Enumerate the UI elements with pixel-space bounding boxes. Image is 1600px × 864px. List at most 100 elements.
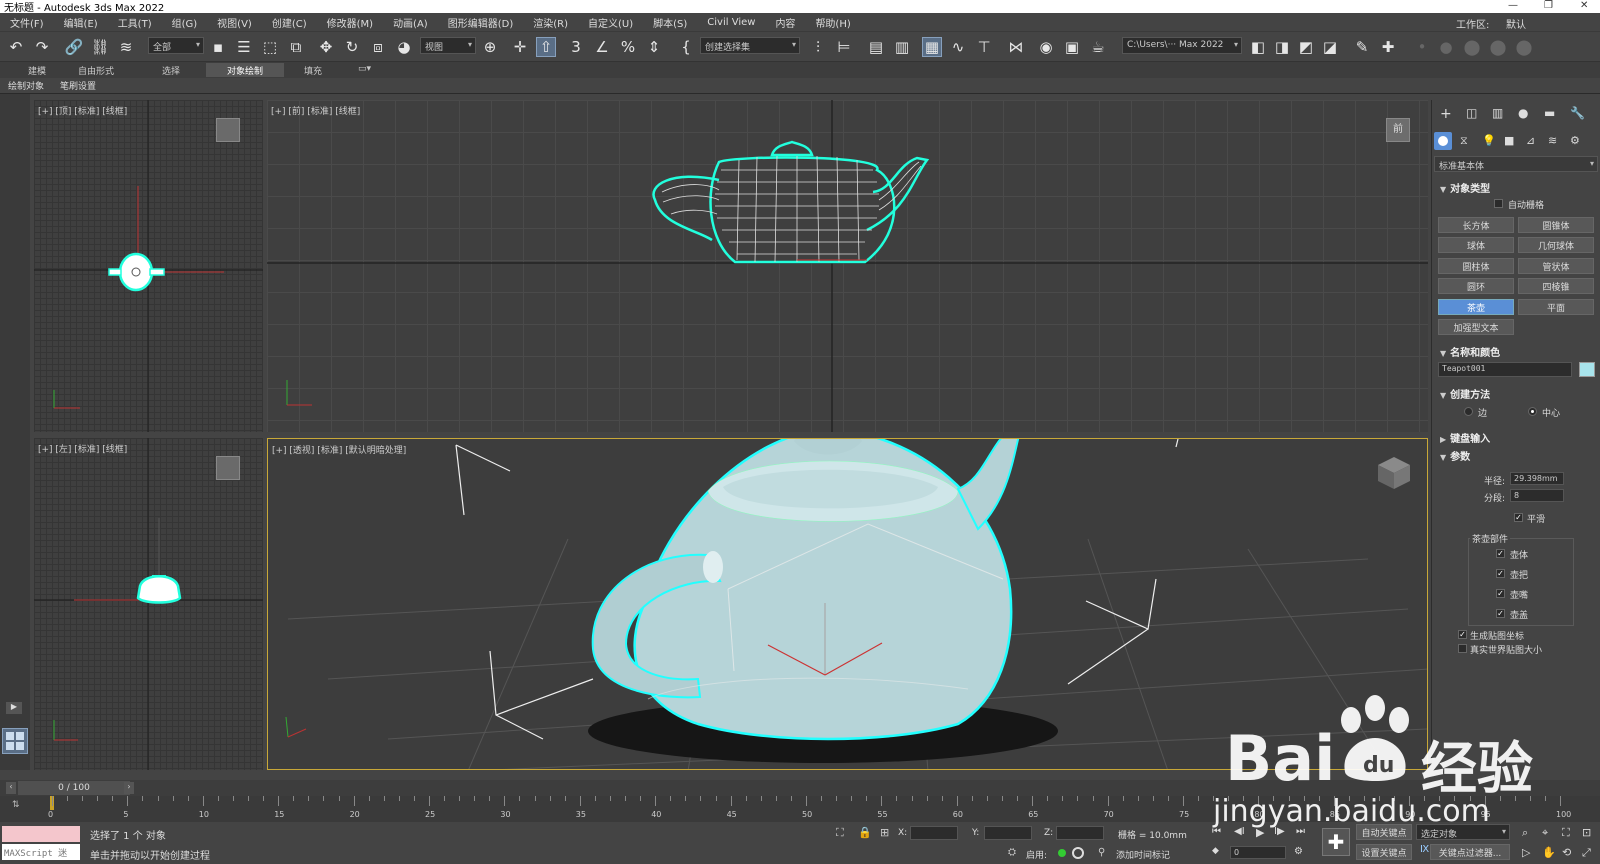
rect-selection-icon[interactable]: ⬚ bbox=[260, 37, 280, 57]
menu-animation[interactable]: 动画(A) bbox=[383, 15, 438, 30]
lights-category-icon[interactable]: 💡 bbox=[1482, 134, 1496, 147]
motion-tab-icon[interactable]: ● bbox=[1518, 106, 1528, 120]
restore-button[interactable]: ❐ bbox=[1544, 0, 1553, 11]
time-slider-thumb[interactable]: 0 / 100 bbox=[18, 781, 130, 795]
object-type-header[interactable]: ▼ 对象类型 bbox=[1440, 180, 1490, 195]
enable-status-dot[interactable] bbox=[1058, 849, 1066, 857]
spinner-snap-icon[interactable]: ⇕ bbox=[644, 37, 664, 57]
object-color-swatch[interactable] bbox=[1579, 362, 1595, 377]
key-filters-button[interactable]: 关键点过滤器... bbox=[1430, 844, 1510, 860]
menu-modifiers[interactable]: 修改器(M) bbox=[317, 15, 383, 30]
menu-customize[interactable]: 自定义(U) bbox=[578, 15, 643, 30]
box-button[interactable]: 长方体 bbox=[1438, 217, 1514, 233]
zoom-icon[interactable]: ⌕ bbox=[1522, 826, 1528, 840]
spacewarps-category-icon[interactable]: ≋ bbox=[1548, 134, 1557, 147]
autogrid-checkbox[interactable] bbox=[1494, 199, 1503, 208]
fov-icon[interactable]: ▷ bbox=[1522, 846, 1530, 859]
tab-modeling[interactable]: 建模 bbox=[22, 63, 52, 77]
keyboard-shortcut-override-icon[interactable]: ⇧ bbox=[536, 37, 556, 57]
pan-icon[interactable]: ✋ bbox=[1542, 846, 1556, 859]
mirror-icon[interactable]: ⫶ bbox=[808, 37, 828, 57]
time-next-icon[interactable]: › bbox=[124, 782, 134, 794]
dope-sheet-icon[interactable]: ⊤ bbox=[974, 37, 994, 57]
goto-start-icon[interactable]: ⏮ bbox=[1212, 826, 1221, 837]
render-dot-small-icon[interactable]: • bbox=[1412, 37, 1432, 57]
tab-object-paint[interactable]: 对象绘制 bbox=[206, 63, 284, 77]
systems-category-icon[interactable]: ⚙ bbox=[1570, 134, 1580, 147]
category-dropdown[interactable]: 标准基本体 ▾ bbox=[1434, 156, 1598, 172]
viewport-perspective[interactable]: [+] [透视] [标准] [默认明暗处理] bbox=[267, 438, 1428, 770]
keyboard-entry-header[interactable]: ▶ 键盘输入 bbox=[1440, 430, 1490, 445]
parameters-header[interactable]: ▼ 参数 bbox=[1440, 448, 1470, 463]
brush-icon[interactable]: ✎ bbox=[1352, 37, 1372, 57]
ref-coord-dropdown[interactable]: 视图 ▾ bbox=[420, 37, 476, 54]
textplus-button[interactable]: 加强型文本 bbox=[1438, 319, 1514, 335]
real-world-checkbox[interactable] bbox=[1458, 644, 1467, 653]
select-object-icon[interactable]: ▪ bbox=[208, 37, 228, 57]
snap-toggle-icon[interactable]: 3 bbox=[566, 37, 586, 57]
scale-icon[interactable]: ⧈ bbox=[368, 37, 388, 57]
add-time-tag-label[interactable]: 添加时间标记 bbox=[1116, 848, 1170, 861]
lid-checkbox[interactable]: ✓ bbox=[1496, 609, 1505, 618]
object-name-field[interactable]: Teapot001 bbox=[1438, 362, 1572, 377]
menu-scripting[interactable]: 脚本(S) bbox=[643, 15, 697, 30]
spout-checkbox[interactable]: ✓ bbox=[1496, 589, 1505, 598]
paint-objects-label[interactable]: 绘制对象 bbox=[8, 79, 44, 92]
layer-explorer-icon[interactable]: ▥ bbox=[892, 37, 912, 57]
creation-method-header[interactable]: ▼ 创建方法 bbox=[1440, 386, 1490, 401]
viewport-front[interactable]: [+] [前] [标准] [线框] 前 bbox=[267, 100, 1428, 432]
auto-key-button[interactable]: 自动关键点 bbox=[1356, 824, 1412, 840]
selection-filter-dropdown[interactable]: 全部 ▾ bbox=[148, 37, 204, 54]
angle-snap-icon[interactable]: ∠ bbox=[592, 37, 612, 57]
teapot-button[interactable]: 茶壶 bbox=[1438, 299, 1514, 315]
render-frame-icon[interactable]: ☕ bbox=[1088, 37, 1108, 57]
y-coord-field[interactable] bbox=[984, 826, 1032, 840]
select-manipulate-icon[interactable]: ✛ bbox=[510, 37, 530, 57]
tab-freeform[interactable]: 自由形式 bbox=[72, 63, 120, 77]
menu-tools[interactable]: 工具(T) bbox=[108, 15, 162, 30]
cylinder-button[interactable]: 圆柱体 bbox=[1438, 258, 1514, 274]
utilities-tab-icon[interactable]: 🔧 bbox=[1570, 106, 1585, 120]
maximize-viewport-icon[interactable]: ⤢ bbox=[1582, 846, 1591, 860]
project-folder-icon[interactable]: ◨ bbox=[1272, 37, 1292, 57]
trackbar-toggle-icon[interactable]: ⇅ bbox=[12, 800, 20, 810]
tube-button[interactable]: 管状体 bbox=[1518, 258, 1594, 274]
hierarchy-tab-icon[interactable]: ▥ bbox=[1492, 106, 1503, 120]
maxscript-mini-listener[interactable]: MAXScript 迷 bbox=[2, 844, 80, 860]
set-key-big-button[interactable]: ✚ bbox=[1322, 828, 1350, 856]
create-tab-icon[interactable]: + bbox=[1440, 106, 1452, 122]
link-icon[interactable]: 🔗 bbox=[64, 37, 84, 57]
body-checkbox[interactable]: ✓ bbox=[1496, 549, 1505, 558]
sphere-button[interactable]: 球体 bbox=[1438, 237, 1514, 253]
set-key-button[interactable]: 设置关键点 bbox=[1356, 844, 1412, 860]
bind-spacewarp-icon[interactable]: ≋ bbox=[116, 37, 136, 57]
placement-icon[interactable]: ◕ bbox=[394, 37, 414, 57]
play-icon[interactable]: ▶ bbox=[1256, 826, 1264, 839]
center-radio[interactable] bbox=[1528, 407, 1537, 416]
move-icon[interactable]: ✥ bbox=[316, 37, 336, 57]
prev-frame-icon[interactable]: ◀Ⅰ bbox=[1234, 826, 1245, 837]
menu-civil-view[interactable]: Civil View bbox=[697, 17, 765, 28]
handle-checkbox[interactable]: ✓ bbox=[1496, 569, 1505, 578]
next-frame-icon[interactable]: Ⅰ▶ bbox=[1274, 826, 1285, 837]
zoom-extents-icon[interactable]: ⛶ bbox=[1562, 826, 1570, 840]
menu-rendering[interactable]: 渲染(R) bbox=[523, 15, 578, 30]
align-icon[interactable]: ⊨ bbox=[834, 37, 854, 57]
menu-edit[interactable]: 编辑(E) bbox=[54, 15, 108, 30]
undo-icon[interactable]: ↶ bbox=[6, 37, 26, 57]
add-icon[interactable]: ✚ bbox=[1378, 37, 1398, 57]
adaptive-degradation-icon[interactable]: ⛭ bbox=[1008, 847, 1016, 858]
menu-create[interactable]: 创建(C) bbox=[262, 15, 317, 30]
menu-graph-editors[interactable]: 图形编辑器(D) bbox=[438, 15, 524, 30]
torus-button[interactable]: 圆环 bbox=[1438, 278, 1514, 294]
brush-settings-label[interactable]: 笔刷设置 bbox=[60, 79, 96, 92]
project-path-dropdown[interactable]: C:\Users\··· Max 2022 ▾ bbox=[1122, 37, 1242, 54]
menu-file[interactable]: 文件(F) bbox=[0, 15, 54, 30]
render-dot-icon[interactable]: ● bbox=[1436, 37, 1456, 57]
render-setup-icon[interactable]: ▣ bbox=[1062, 37, 1082, 57]
select-by-name-icon[interactable]: ☰ bbox=[234, 37, 254, 57]
cameras-category-icon[interactable]: ■ bbox=[1504, 134, 1514, 147]
redo-icon[interactable]: ↷ bbox=[32, 37, 52, 57]
isolate-icon[interactable]: ⛶ bbox=[836, 826, 844, 840]
named-selection-dropdown[interactable]: 创建选择集 ▾ bbox=[700, 37, 800, 54]
